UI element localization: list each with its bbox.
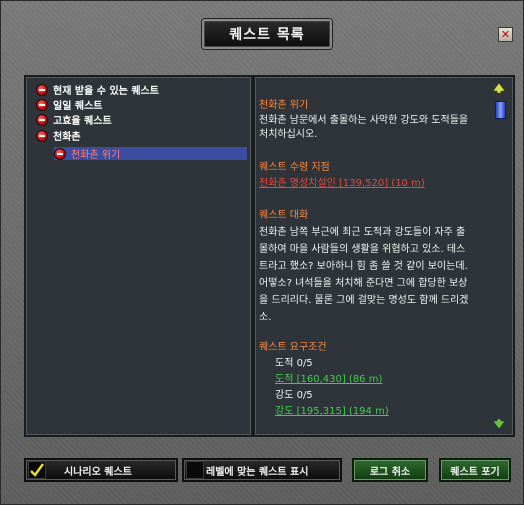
requirement-robber-count: 강도 0/5: [275, 390, 313, 401]
scrollbar-thumb[interactable]: [495, 101, 506, 119]
quest-description: 천화촌 남문에서 출몰하는 사악한 강도와 도적들을: [259, 115, 469, 126]
level-quest-filter-toggle[interactable]: 레벨에 맞는 퀘스트 표시: [182, 458, 342, 482]
tree-category-label: 천화촌: [53, 132, 81, 143]
requirement-bandit-count: 도적 0/5: [275, 358, 313, 369]
checkmark-icon: [30, 463, 44, 477]
tree-category-cheonhwachon[interactable]: 천화촌: [36, 129, 81, 143]
quest-dialog-header: 퀘스트 대화: [259, 210, 309, 221]
quest-title-header: 천화촌 위기: [259, 100, 309, 111]
tree-category-available[interactable]: 현재 받을 수 있는 퀘스트: [36, 83, 159, 97]
dialog-line: 어떻소? 녀석들을 처치해 준다면 그에 합당한 보상: [259, 278, 468, 289]
scenario-quest-toggle[interactable]: 시나리오 퀘스트: [24, 458, 178, 482]
tree-category-label: 고효율 퀘스트: [53, 116, 112, 127]
quest-location-header: 퀘스트 수령 지점: [259, 162, 330, 173]
cancel-log-button[interactable]: 로그 취소: [352, 458, 428, 482]
dialog-line: 천화촌 남쪽 부근에 최근 도적과 강도들이 자주 출: [259, 227, 466, 238]
level-quest-checkbox[interactable]: [186, 461, 204, 479]
tree-category-label: 일일 퀘스트: [53, 101, 103, 112]
window-title: 퀘스트 목록: [202, 19, 332, 49]
tree-category-label: 현재 받을 수 있는 퀘스트: [53, 86, 159, 97]
dialog-line: 트라고 했소? 보아하니 힘 좀 쓸 것 같이 보이는데.: [259, 261, 468, 272]
dialog-line: 몰하여 마을 사람들의 생활을 위협하고 있소. 테스: [259, 244, 466, 255]
quest-tree-panel: 현재 받을 수 있는 퀘스트 일일 퀘스트 고효율 퀘스트 천화촌 천화촌 위기: [24, 75, 253, 437]
collapse-icon[interactable]: [36, 98, 48, 111]
requirement-bandit-location-link[interactable]: 도적 [160,430] (86 m): [275, 373, 382, 386]
tree-category-efficient[interactable]: 고효율 퀘스트: [36, 113, 112, 127]
quest-giver-location-link[interactable]: 천화촌 명성치설인 [139,520] (10 m): [259, 177, 425, 190]
quest-list-window: 퀘스트 목록 ✕ 현재 받을 수 있는 퀘스트 일일 퀘스트 고효율 퀘스트 천…: [0, 0, 524, 505]
tree-quest-cheonhwachon-crisis[interactable]: 천화촌 위기: [54, 147, 247, 161]
tree-quest-label: 천화촌 위기: [71, 150, 121, 161]
quest-detail-panel: 천화촌 위기 천화촌 남문에서 출몰하는 사악한 강도와 도적들을 처치하십시오…: [253, 75, 515, 437]
scenario-quest-checkbox[interactable]: [28, 461, 46, 479]
scenario-quest-label: 시나리오 퀘스트: [64, 466, 132, 478]
close-icon: ✕: [500, 28, 511, 41]
collapse-icon[interactable]: [36, 113, 48, 126]
scroll-up-arrow-icon[interactable]: [493, 83, 505, 93]
dialog-line: 소.: [259, 312, 272, 323]
requirement-robber-location-link[interactable]: 강도 [195,315] (194 m): [275, 405, 389, 418]
collapse-icon[interactable]: [54, 147, 66, 160]
collapse-icon[interactable]: [36, 83, 48, 96]
abandon-quest-button[interactable]: 퀘스트 포기: [439, 458, 511, 482]
dialog-line: 을 드리리다. 물론 그에 걸맞는 명성도 함께 드리겠: [259, 295, 469, 306]
quest-requirements-header: 퀘스트 요구조건: [259, 342, 327, 353]
tree-category-daily[interactable]: 일일 퀘스트: [36, 98, 103, 112]
scroll-down-arrow-icon[interactable]: [493, 419, 505, 429]
quest-description-cont: 처치하십시오.: [259, 129, 318, 140]
level-quest-label: 레벨에 맞는 퀘스트 표시: [206, 466, 309, 478]
close-button[interactable]: ✕: [498, 27, 513, 42]
collapse-icon[interactable]: [36, 129, 48, 142]
